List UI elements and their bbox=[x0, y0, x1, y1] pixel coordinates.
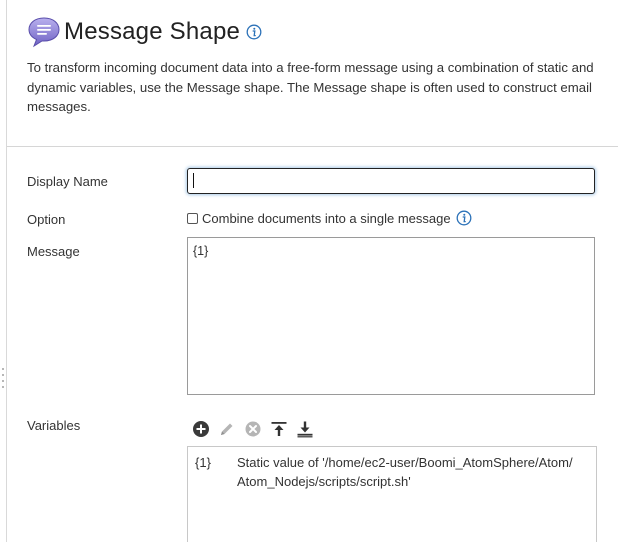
info-icon[interactable] bbox=[456, 210, 472, 226]
list-item[interactable]: {1} Static value of '/home/ec2-user/Boom… bbox=[188, 453, 577, 491]
add-icon bbox=[193, 421, 209, 437]
combine-documents-checkbox[interactable] bbox=[187, 212, 198, 224]
message-shape-panel: Message Shape To transform incoming docu… bbox=[0, 0, 618, 542]
move-to-top-button[interactable] bbox=[269, 419, 289, 439]
message-text: {1} bbox=[193, 244, 209, 258]
message-label: Message bbox=[27, 244, 80, 259]
display-name-input[interactable] bbox=[187, 168, 595, 194]
message-textarea[interactable]: {1} bbox=[187, 237, 595, 395]
section-divider bbox=[7, 146, 618, 147]
page-title: Message Shape bbox=[64, 18, 241, 45]
variable-token: {1} bbox=[195, 455, 211, 470]
variables-list[interactable]: {1} Static value of '/home/ec2-user/Boom… bbox=[187, 446, 597, 542]
delete-icon bbox=[245, 421, 261, 437]
option-label: Option bbox=[27, 212, 66, 227]
combine-documents-option[interactable]: Combine documents into a single message bbox=[187, 210, 472, 226]
combine-documents-label[interactable]: Combine documents into a single message bbox=[202, 211, 451, 226]
move-to-bottom-icon bbox=[297, 421, 313, 438]
edit-variable-button[interactable] bbox=[217, 419, 237, 439]
panel-resize-edge[interactable] bbox=[0, 0, 7, 542]
variables-toolbar bbox=[191, 419, 321, 439]
move-to-bottom-button[interactable] bbox=[295, 419, 315, 439]
delete-variable-button[interactable] bbox=[243, 419, 263, 439]
add-variable-button[interactable] bbox=[191, 419, 211, 439]
display-name-label: Display Name bbox=[27, 174, 108, 189]
edit-pencil-icon bbox=[221, 423, 233, 435]
info-icon[interactable] bbox=[246, 24, 262, 40]
panel-header: Message Shape bbox=[26, 14, 262, 50]
variables-label: Variables bbox=[27, 418, 81, 433]
speech-bubble-icon bbox=[28, 17, 60, 48]
variable-description: Static value of '/home/ec2-user/Boomi_At… bbox=[237, 455, 573, 489]
shape-description: To transform incoming document data into… bbox=[27, 60, 594, 114]
resize-grip-icon[interactable] bbox=[1, 368, 5, 388]
text-caret bbox=[193, 173, 194, 188]
move-to-top-icon bbox=[271, 422, 287, 436]
